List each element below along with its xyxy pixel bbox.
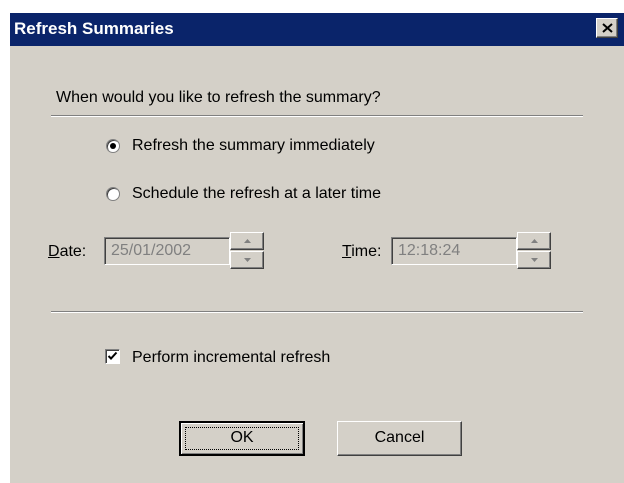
refresh-prompt: When would you like to refresh the summa… (56, 89, 381, 106)
focus-ring (185, 427, 299, 450)
radio-selected-dot (110, 143, 116, 149)
time-spin-down-button[interactable] (517, 251, 551, 269)
refresh-summaries-dialog: Refresh Summaries When would you like to… (9, 12, 624, 483)
date-field[interactable]: 25/01/2002 (104, 237, 230, 265)
cancel-button[interactable]: Cancel (337, 421, 462, 456)
date-spin-up-button[interactable] (230, 232, 264, 250)
date-spin-down-button[interactable] (230, 251, 264, 269)
date-value: 25/01/2002 (111, 242, 192, 259)
time-value: 12:18:24 (398, 242, 461, 259)
time-spinner[interactable] (517, 232, 551, 270)
arrow-down-icon (531, 258, 538, 262)
ok-button[interactable]: OK (179, 421, 305, 456)
date-spinner[interactable] (230, 232, 264, 270)
radio-schedule-later[interactable] (106, 187, 120, 201)
arrow-up-icon (244, 239, 251, 243)
close-button[interactable] (596, 18, 618, 38)
date-label: Date: (48, 243, 87, 260)
close-icon (602, 23, 613, 33)
radio-refresh-immediately[interactable] (106, 139, 120, 153)
separator-bottom (51, 311, 583, 313)
radio-refresh-immediately-label[interactable]: Refresh the summary immediately (132, 136, 375, 156)
incremental-refresh-checkbox[interactable] (105, 349, 120, 364)
arrow-up-icon (531, 239, 538, 243)
arrow-down-icon (244, 258, 251, 262)
time-label: Time: (342, 243, 382, 260)
time-spin-up-button[interactable] (517, 232, 551, 250)
cancel-button-label: Cancel (374, 429, 425, 446)
separator-top (51, 115, 583, 117)
time-field[interactable]: 12:18:24 (391, 237, 517, 265)
title-bar[interactable]: Refresh Summaries (10, 13, 624, 46)
radio-schedule-later-label[interactable]: Schedule the refresh at a later time (132, 184, 381, 204)
window-title: Refresh Summaries (14, 19, 174, 38)
incremental-refresh-label[interactable]: Perform incremental refresh (132, 348, 330, 368)
checkmark-icon (107, 351, 118, 360)
